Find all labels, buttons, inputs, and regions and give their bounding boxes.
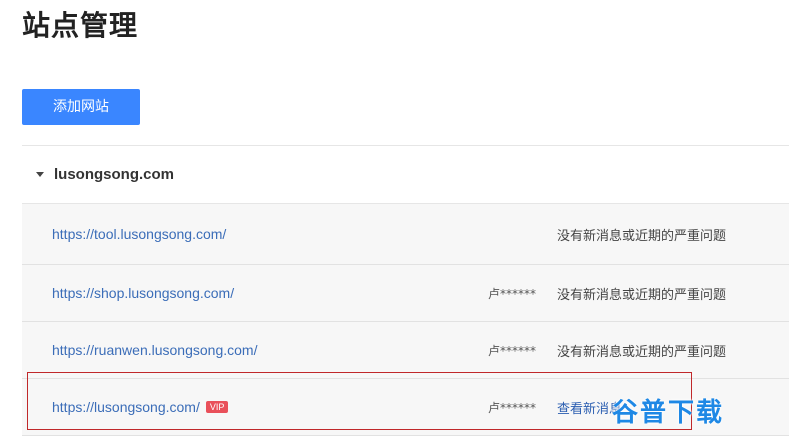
site-group-header[interactable]: lusongsong.com	[22, 146, 789, 204]
site-owner: 卢******	[488, 400, 537, 415]
site-group-name: lusongsong.com	[54, 166, 174, 183]
site-url-link[interactable]: https://tool.lusongsong.com/	[52, 226, 226, 242]
site-url-cell: https://lusongsong.com/VIP	[52, 399, 229, 415]
site-row: https://ruanwen.lusongsong.com/ 卢****** …	[22, 322, 789, 379]
site-owner: 卢******	[488, 286, 537, 301]
page-title: 站点管理	[22, 9, 139, 42]
site-group: lusongsong.com https://tool.lusongsong.c…	[22, 145, 789, 436]
vip-badge: VIP	[205, 401, 229, 414]
site-url-link[interactable]: https://lusongsong.com/	[52, 399, 200, 415]
site-status: 没有新消息或近期的严重问题	[557, 228, 727, 244]
site-row: https://shop.lusongsong.com/ 卢****** 没有新…	[22, 265, 789, 322]
watermark-logo: 谷普下载	[612, 398, 725, 428]
site-url-link[interactable]: https://ruanwen.lusongsong.com/	[52, 342, 257, 358]
site-owner: 卢******	[488, 343, 537, 358]
site-status: 没有新消息或近期的严重问题	[557, 287, 727, 303]
caret-down-icon[interactable]	[36, 172, 44, 177]
site-url-link[interactable]: https://shop.lusongsong.com/	[52, 285, 234, 301]
add-site-button[interactable]: 添加网站	[22, 89, 140, 125]
site-status: 没有新消息或近期的严重问题	[557, 344, 727, 360]
site-row: https://tool.lusongsong.com/ 没有新消息或近期的严重…	[22, 204, 789, 265]
